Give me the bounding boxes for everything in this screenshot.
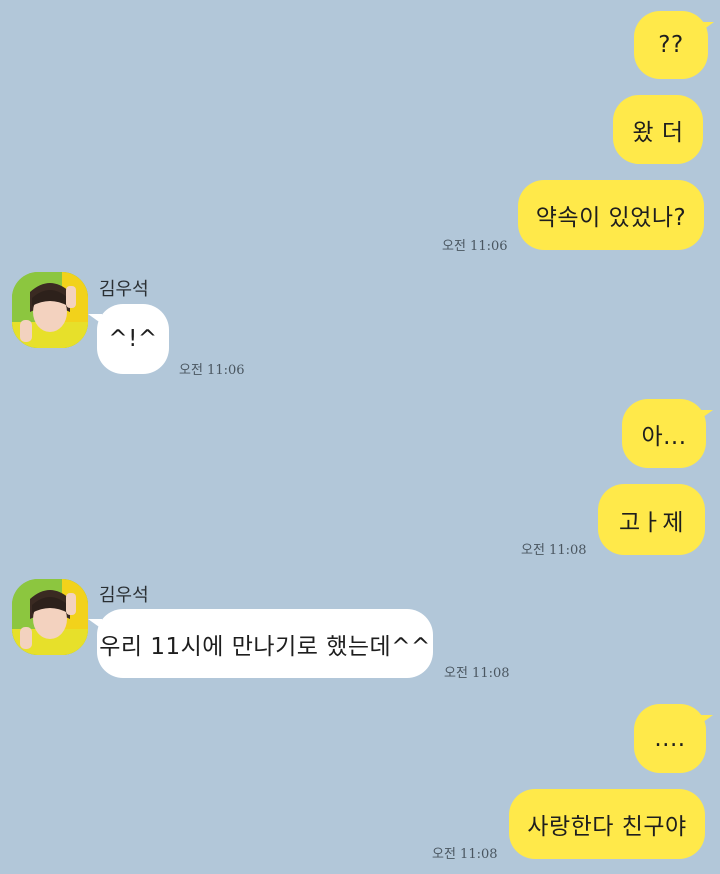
other-message-bubble[interactable]: ^!^ bbox=[97, 304, 169, 374]
my-message-bubble[interactable]: 아... bbox=[622, 399, 706, 468]
message-text: ^!^ bbox=[108, 326, 158, 352]
bubble-tail bbox=[699, 715, 713, 725]
my-message-bubble[interactable]: ?? bbox=[634, 11, 708, 79]
message-text: 사랑한다 친구야 bbox=[527, 814, 687, 840]
message-text: ?? bbox=[658, 32, 684, 58]
my-message-bubble[interactable]: .... bbox=[634, 704, 706, 773]
bubble-tail bbox=[699, 410, 713, 420]
message-timestamp: 오전 11:06 bbox=[179, 363, 245, 378]
my-message-bubble[interactable]: 약속이 있었나? bbox=[518, 180, 704, 250]
message-timestamp: 오전 11:08 bbox=[432, 847, 498, 862]
contact-name: 김우석 bbox=[99, 279, 149, 300]
message-timestamp: 오전 11:08 bbox=[521, 543, 587, 558]
bubble-tail bbox=[88, 619, 102, 629]
profile-photo-icon bbox=[12, 579, 88, 655]
message-timestamp: 오전 11:06 bbox=[442, 239, 508, 254]
contact-avatar[interactable] bbox=[12, 579, 88, 655]
my-message-bubble[interactable]: 고ㅏ제 bbox=[598, 484, 705, 555]
my-message-bubble[interactable]: 사랑한다 친구야 bbox=[509, 789, 705, 859]
profile-photo-icon bbox=[12, 272, 88, 348]
my-message-bubble[interactable]: 왔 더 bbox=[613, 95, 703, 164]
contact-avatar[interactable] bbox=[12, 272, 88, 348]
message-text: 고ㅏ제 bbox=[619, 509, 684, 536]
contact-name: 김우석 bbox=[99, 585, 149, 606]
bubble-tail bbox=[88, 314, 102, 324]
message-text: 약속이 있었나? bbox=[535, 205, 687, 231]
message-timestamp: 오전 11:08 bbox=[444, 666, 510, 681]
message-text: 우리 11시에 만나기로 했는데^^ bbox=[99, 633, 431, 660]
message-text: 왔 더 bbox=[632, 119, 684, 146]
other-message-bubble[interactable]: 우리 11시에 만나기로 했는데^^ bbox=[97, 609, 433, 678]
bubble-tail bbox=[700, 22, 714, 32]
message-text: .... bbox=[654, 725, 686, 752]
message-text: 아... bbox=[641, 423, 687, 450]
